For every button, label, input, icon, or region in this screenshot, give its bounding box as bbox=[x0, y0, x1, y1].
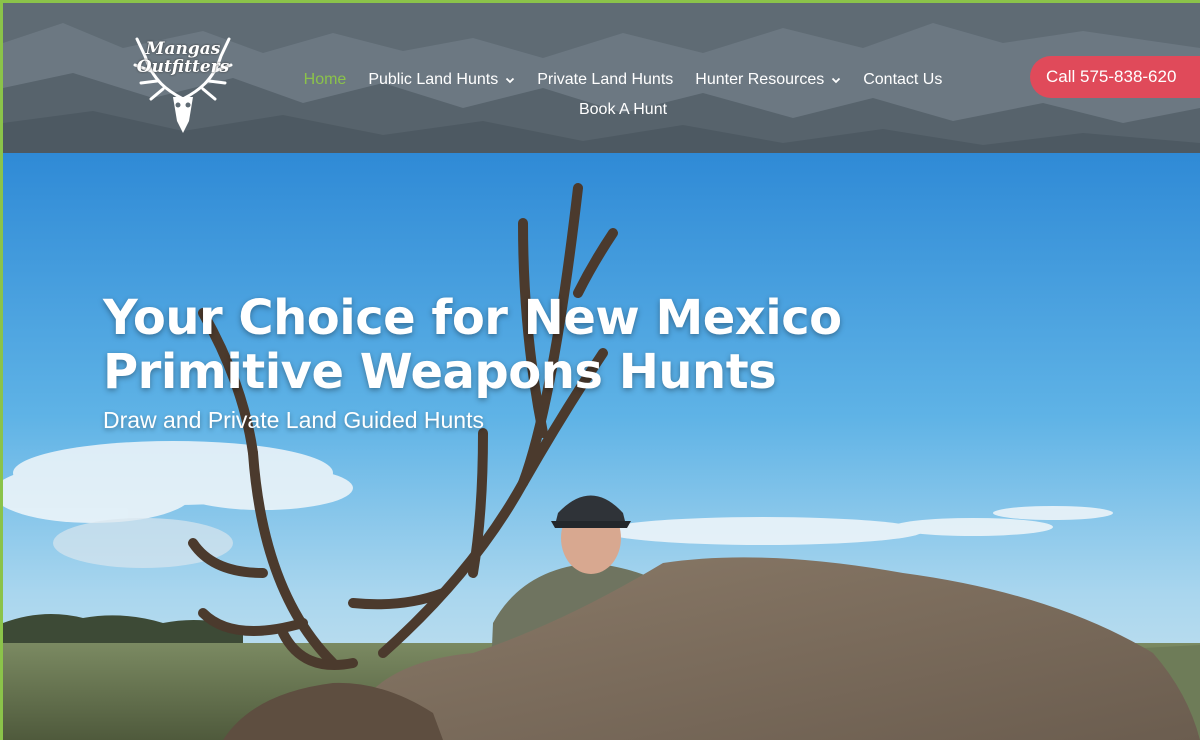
logo-text-line2: Outfitters bbox=[136, 57, 230, 77]
nav-item-label: Private Land Hunts bbox=[537, 71, 674, 88]
call-button[interactable]: Call 575-838-620 bbox=[1030, 56, 1200, 98]
nav-item-label: Hunter Resources bbox=[695, 71, 825, 88]
nav-item-label: Public Land Hunts bbox=[368, 71, 499, 88]
site-logo[interactable]: Mangas Outfitters bbox=[123, 21, 243, 141]
hero-section: Your Choice for New Mexico Primitive Wea… bbox=[3, 153, 1200, 740]
nav-item-hunter-resources[interactable]: Hunter Resources bbox=[695, 71, 841, 89]
hero-title-line2: Primitive Weapons Hunts bbox=[103, 344, 777, 400]
nav-row-primary: Home Public Land Hunts Private Land Hunt… bbox=[273, 71, 973, 89]
chevron-down-icon bbox=[832, 77, 841, 84]
nav-item-book-a-hunt[interactable]: Book A Hunt bbox=[579, 101, 667, 119]
nav-item-private-land-hunts[interactable]: Private Land Hunts bbox=[537, 71, 673, 89]
nav-item-home[interactable]: Home bbox=[304, 71, 347, 89]
hero-title-line1: Your Choice for New Mexico bbox=[103, 290, 842, 346]
nav-row-secondary: Book A Hunt bbox=[273, 101, 973, 119]
hero-title: Your Choice for New Mexico Primitive Wea… bbox=[103, 291, 1003, 399]
nav-item-contact-us[interactable]: Contact Us bbox=[863, 71, 942, 89]
chevron-down-icon bbox=[506, 77, 515, 84]
hero-background-image bbox=[3, 153, 1200, 740]
main-navigation: Home Public Land Hunts Private Land Hunt… bbox=[273, 71, 973, 119]
logo-text-line1: Mangas bbox=[145, 39, 221, 59]
page-frame: Mangas Outfitters Home Public Land Hunts… bbox=[3, 3, 1200, 740]
nav-item-label: Book A Hunt bbox=[578, 101, 668, 118]
nav-item-public-land-hunts[interactable]: Public Land Hunts bbox=[368, 71, 515, 89]
site-header: Mangas Outfitters Home Public Land Hunts… bbox=[3, 3, 1200, 153]
nav-item-label: Home bbox=[303, 71, 347, 88]
hero-subtitle: Draw and Private Land Guided Hunts bbox=[103, 407, 484, 433]
nav-item-label: Contact Us bbox=[863, 71, 943, 88]
